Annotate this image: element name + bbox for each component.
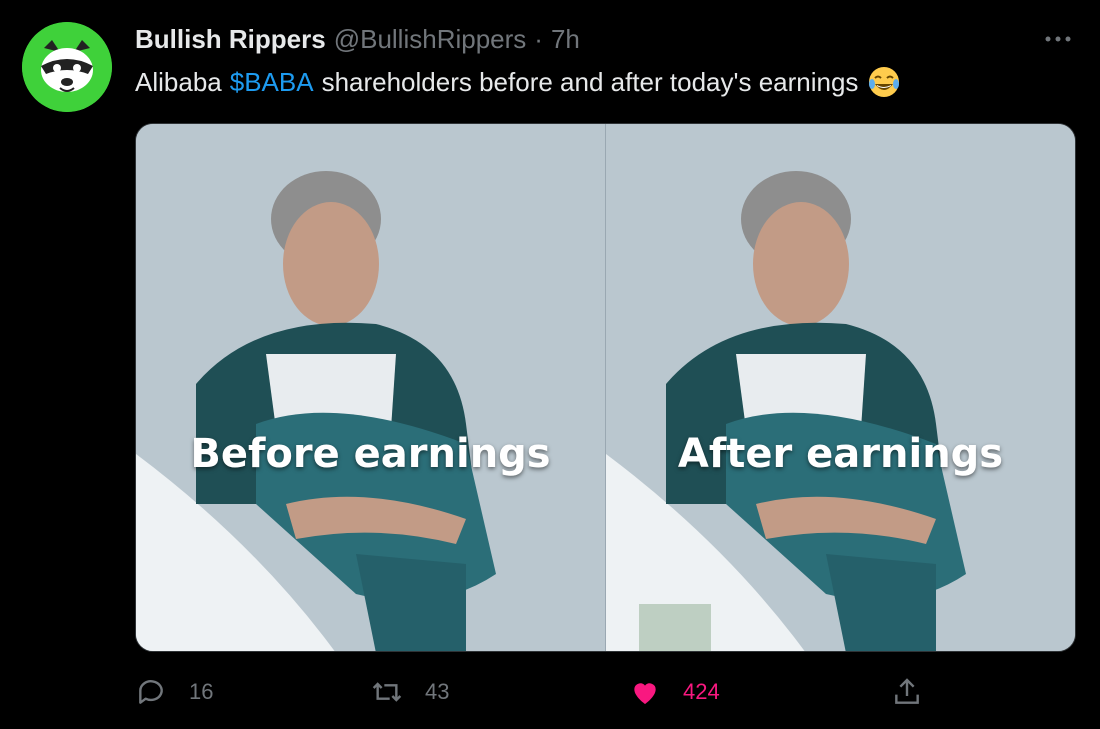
meme-panel-right: After earnings — [605, 124, 1075, 651]
reply-icon — [139, 680, 163, 704]
tweet-text-start: Alibaba — [135, 66, 222, 97]
raccoon-logo-icon — [22, 22, 112, 112]
reply-button[interactable]: 16 — [135, 676, 213, 708]
action-bar: 16 43 424 — [135, 676, 935, 716]
share-button[interactable] — [891, 676, 945, 708]
seated-man-illustration — [606, 124, 1075, 651]
tweet-header: Bullish Rippers @BullishRippers · 7h — [135, 24, 580, 56]
tweet-text-end: shareholders before and after today's ea… — [321, 66, 859, 97]
avatar[interactable] — [22, 22, 112, 112]
tweet-text: Alibaba $BABA shareholders before and af… — [135, 64, 902, 100]
more-options-button[interactable] — [1040, 24, 1076, 54]
like-count: 424 — [683, 679, 720, 704]
author-handle[interactable]: @BullishRippers — [334, 24, 527, 55]
separator: · — [534, 24, 543, 54]
retweet-button[interactable]: 43 — [371, 676, 449, 708]
reply-count: 16 — [189, 679, 214, 704]
author-name[interactable]: Bullish Rippers — [135, 24, 326, 55]
heart-icon — [634, 683, 656, 704]
media-image[interactable]: Before earnings After earnings — [135, 123, 1076, 652]
more-icon — [1045, 36, 1071, 42]
like-button[interactable]: 424 — [629, 676, 720, 708]
left-caption: Before earnings — [190, 431, 551, 477]
retweet-count: 43 — [425, 679, 450, 704]
right-caption: After earnings — [677, 431, 1004, 477]
timestamp[interactable]: 7h — [551, 24, 580, 55]
share-icon — [895, 678, 919, 704]
retweet-icon — [372, 682, 402, 702]
seated-man-illustration — [136, 124, 605, 651]
tears-of-joy-icon — [866, 64, 902, 100]
meme-panel-left: Before earnings — [136, 124, 605, 651]
cashtag-link[interactable]: $BABA — [230, 67, 314, 98]
